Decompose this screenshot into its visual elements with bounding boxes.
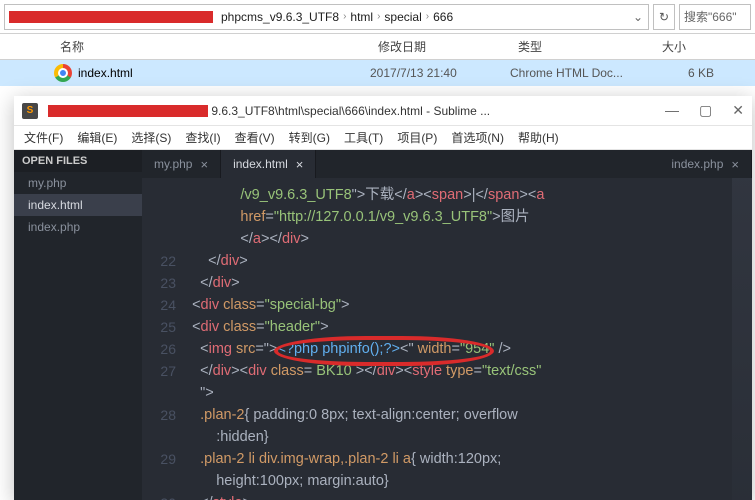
tab-bar: my.php× index.html× index.php× bbox=[142, 150, 752, 178]
menu-bar: 文件(F) 编辑(E) 选择(S) 查找(I) 查看(V) 转到(G) 工具(T… bbox=[14, 126, 752, 150]
line-gutter: 222324252627 28 29 30 bbox=[142, 178, 184, 500]
breadcrumb-item[interactable]: phpcms_v9.6.3_UTF8 bbox=[217, 10, 343, 24]
sublime-window: S 9.6.3_UTF8\html\special\666\index.html… bbox=[14, 96, 752, 500]
minimize-button[interactable]: — bbox=[665, 102, 679, 119]
sublime-icon: S bbox=[22, 103, 38, 119]
file-date: 2017/7/13 21:40 bbox=[370, 66, 510, 80]
open-files-sidebar: OPEN FILES my.php index.html index.php bbox=[14, 150, 142, 500]
file-type: Chrome HTML Doc... bbox=[510, 66, 654, 80]
close-icon[interactable]: × bbox=[731, 157, 739, 172]
menu-goto[interactable]: 转到(G) bbox=[283, 127, 336, 148]
close-button[interactable]: ✕ bbox=[732, 102, 744, 119]
address-dropdown-icon[interactable]: ⌄ bbox=[628, 10, 648, 24]
sidebar-item-indexhtml[interactable]: index.html bbox=[14, 194, 142, 216]
menu-help[interactable]: 帮助(H) bbox=[512, 127, 565, 148]
file-row[interactable]: index.html 2017/7/13 21:40 Chrome HTML D… bbox=[0, 60, 755, 86]
explorer-search-input[interactable]: 搜索"666" bbox=[679, 4, 751, 30]
column-name[interactable]: 名称 bbox=[54, 34, 372, 59]
column-type[interactable]: 类型 bbox=[512, 34, 656, 59]
menu-tools[interactable]: 工具(T) bbox=[338, 127, 389, 148]
column-date[interactable]: 修改日期 bbox=[372, 34, 512, 59]
menu-file[interactable]: 文件(F) bbox=[18, 127, 69, 148]
menu-view[interactable]: 查看(V) bbox=[229, 127, 281, 148]
menu-edit[interactable]: 编辑(E) bbox=[71, 127, 123, 148]
file-name: index.html bbox=[78, 66, 370, 80]
tab-indexhtml[interactable]: index.html× bbox=[221, 150, 316, 178]
explorer-columns-header: 名称 修改日期 类型 大小 bbox=[0, 34, 755, 60]
sidebar-header: OPEN FILES bbox=[14, 150, 142, 172]
window-title: 9.6.3_UTF8\html\special\666\index.html -… bbox=[46, 104, 665, 118]
sidebar-item-myphp[interactable]: my.php bbox=[14, 172, 142, 194]
column-size[interactable]: 大小 bbox=[656, 34, 716, 59]
maximize-button[interactable]: ▢ bbox=[699, 102, 712, 119]
minimap[interactable] bbox=[732, 178, 752, 500]
breadcrumb-item[interactable]: 666 bbox=[429, 10, 457, 24]
redacted-segment bbox=[9, 11, 213, 23]
breadcrumb-item[interactable]: html bbox=[346, 10, 377, 24]
close-icon[interactable]: × bbox=[200, 157, 208, 172]
refresh-button[interactable]: ↻ bbox=[653, 4, 675, 30]
close-icon[interactable]: × bbox=[296, 157, 304, 172]
menu-select[interactable]: 选择(S) bbox=[125, 127, 177, 148]
file-size: 6 KB bbox=[654, 66, 714, 80]
menu-project[interactable]: 项目(P) bbox=[391, 127, 443, 148]
menu-find[interactable]: 查找(I) bbox=[179, 127, 226, 148]
code-editor[interactable]: /v9_v9.6.3_UTF8">下载</a><span>|</span><a … bbox=[184, 178, 732, 500]
explorer-address-bar: phpcms_v9.6.3_UTF8 › html › special › 66… bbox=[0, 0, 755, 34]
title-bar[interactable]: S 9.6.3_UTF8\html\special\666\index.html… bbox=[14, 96, 752, 126]
menu-prefs[interactable]: 首选项(N) bbox=[445, 127, 510, 148]
sidebar-item-indexphp[interactable]: index.php bbox=[14, 216, 142, 238]
tab-myphp[interactable]: my.php× bbox=[142, 150, 221, 178]
chrome-html-icon bbox=[54, 64, 72, 82]
tab-indexphp[interactable]: index.php× bbox=[659, 150, 752, 178]
breadcrumb-item[interactable]: special bbox=[380, 10, 425, 24]
redacted-segment bbox=[48, 105, 208, 117]
address-box[interactable]: phpcms_v9.6.3_UTF8 › html › special › 66… bbox=[4, 4, 649, 30]
